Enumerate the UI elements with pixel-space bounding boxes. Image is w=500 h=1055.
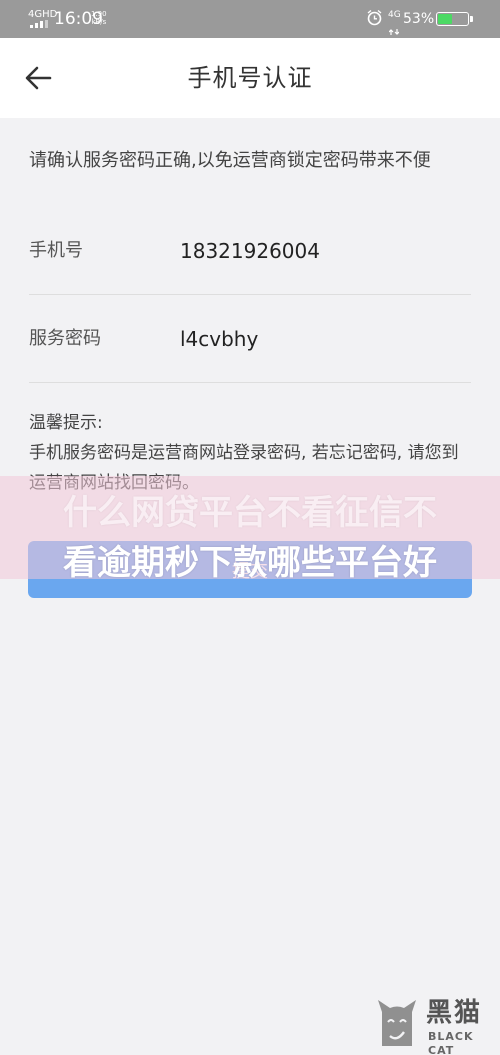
battery-icon bbox=[436, 12, 473, 26]
page-title: 手机号认证 bbox=[187, 64, 313, 92]
mobile-data-icon bbox=[388, 20, 400, 35]
watermark-title: 黑猫 bbox=[426, 998, 483, 1028]
network-speed: 1.90 kB/s bbox=[91, 10, 107, 26]
signal-strength-icon bbox=[30, 20, 48, 28]
network-speed-value: 1.90 bbox=[91, 10, 107, 18]
battery-tip bbox=[470, 16, 473, 22]
password-input[interactable]: l4cvbhy bbox=[180, 295, 258, 383]
black-cat-watermark: 黑猫 BLACK CAT bbox=[372, 998, 494, 1055]
submit-button[interactable]: 提交 bbox=[28, 541, 472, 598]
status-bar: 4GHD 16:09 1.90 kB/s 4G 53% bbox=[0, 0, 500, 38]
network-type-label: 4GHD bbox=[28, 9, 58, 20]
tips-body: 手机服务密码是运营商网站登录密码, 若忘记密码, 请您到运营商网站找回密码。 bbox=[29, 443, 459, 493]
phone-row: 手机号 18321926004 bbox=[29, 207, 471, 295]
data-network-label: 4G bbox=[388, 10, 401, 20]
watermark-subtitle: BLACK CAT bbox=[428, 1030, 474, 1055]
black-cat-logo-icon bbox=[378, 1000, 416, 1046]
nav-bar: 手机号认证 bbox=[0, 38, 500, 118]
password-row: 服务密码 l4cvbhy bbox=[29, 295, 471, 383]
password-label: 服务密码 bbox=[29, 328, 101, 349]
network-speed-unit: kB/s bbox=[91, 18, 107, 26]
row-divider bbox=[29, 382, 471, 383]
phone-label: 手机号 bbox=[29, 240, 83, 261]
notice-text: 请确认服务密码正确,以免运营商锁定密码带来不便 bbox=[29, 150, 431, 171]
battery-fill bbox=[438, 14, 453, 24]
battery-percent: 53% bbox=[403, 11, 435, 27]
alarm-clock-icon bbox=[367, 9, 382, 26]
tips-title: 温馨提示: bbox=[29, 413, 103, 433]
phone-value[interactable]: 18321926004 bbox=[180, 207, 320, 295]
